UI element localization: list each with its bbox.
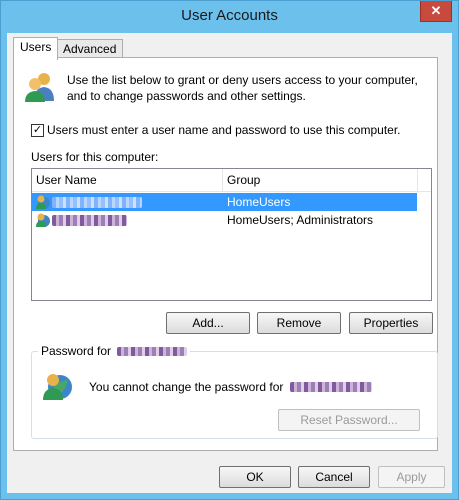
tab-users-label: Users xyxy=(20,40,52,54)
require-password-label[interactable]: Users must enter a user name and passwor… xyxy=(47,123,401,137)
user-name-redacted xyxy=(52,215,127,226)
apply-button-label: Apply xyxy=(396,470,427,484)
password-message-user-redacted xyxy=(289,382,372,392)
close-button[interactable]: ✕ xyxy=(420,1,452,22)
properties-button-label: Properties xyxy=(363,316,419,330)
column-user-name[interactable]: User Name xyxy=(32,169,223,191)
close-icon: ✕ xyxy=(430,3,442,18)
intro-text-line1: Use the list below to grant or deny user… xyxy=(67,73,418,87)
user-globe-icon xyxy=(36,195,50,209)
check-mark-icon: ✓ xyxy=(32,124,43,136)
user-accounts-window: User Accounts ✕ Users Advanced Use the l… xyxy=(0,0,459,500)
user-globe-icon xyxy=(43,374,72,400)
reset-password-label: Reset Password... xyxy=(300,413,398,427)
ok-button[interactable]: OK xyxy=(219,466,291,488)
password-group-legend: Password for xyxy=(38,344,191,358)
properties-button[interactable]: Properties xyxy=(349,312,433,334)
require-password-checkbox[interactable]: ✓ xyxy=(31,124,44,137)
add-button-label: Add... xyxy=(192,316,224,330)
user-group-cell: HomeUsers; Administrators xyxy=(227,213,374,227)
apply-button[interactable]: Apply xyxy=(378,466,445,488)
column-group[interactable]: Group xyxy=(223,169,418,191)
password-legend-text: Password for xyxy=(41,344,112,358)
ok-button-label: OK xyxy=(246,470,264,484)
password-message: You cannot change the password for xyxy=(89,380,372,394)
cancel-button-label: Cancel xyxy=(315,470,353,484)
password-message-text: You cannot change the password for xyxy=(89,380,284,394)
user-group-cell: HomeUsers xyxy=(227,195,291,209)
user-row[interactable]: HomeUsers; Administrators xyxy=(32,211,417,229)
cancel-button[interactable]: Cancel xyxy=(298,466,370,488)
reset-password-button[interactable]: Reset Password... xyxy=(278,409,420,431)
user-list[interactable]: User Name Group HomeUsers HomeUsers; Adm… xyxy=(31,168,432,301)
user-list-header: User Name Group xyxy=(32,169,431,192)
password-user-redacted xyxy=(117,347,188,356)
users-tab-panel: Use the list below to grant or deny user… xyxy=(13,57,438,451)
tab-advanced-label: Advanced xyxy=(63,42,117,56)
users-for-computer-label: Users for this computer: xyxy=(31,150,159,164)
title-bar[interactable]: User Accounts ✕ xyxy=(1,1,458,33)
window-title: User Accounts xyxy=(181,7,278,24)
tab-users[interactable]: Users xyxy=(13,37,59,60)
users-icon xyxy=(25,73,54,102)
add-user-button[interactable]: Add... xyxy=(166,312,250,334)
intro-text-line2: and to change passwords and other settin… xyxy=(67,89,306,103)
remove-user-button[interactable]: Remove xyxy=(257,312,341,334)
dialog-client-area: Users Advanced Use the list below to gra… xyxy=(7,33,452,493)
remove-button-label: Remove xyxy=(276,316,322,330)
user-name-redacted xyxy=(52,197,142,208)
user-globe-icon xyxy=(36,213,50,227)
user-row[interactable]: HomeUsers xyxy=(32,193,417,211)
